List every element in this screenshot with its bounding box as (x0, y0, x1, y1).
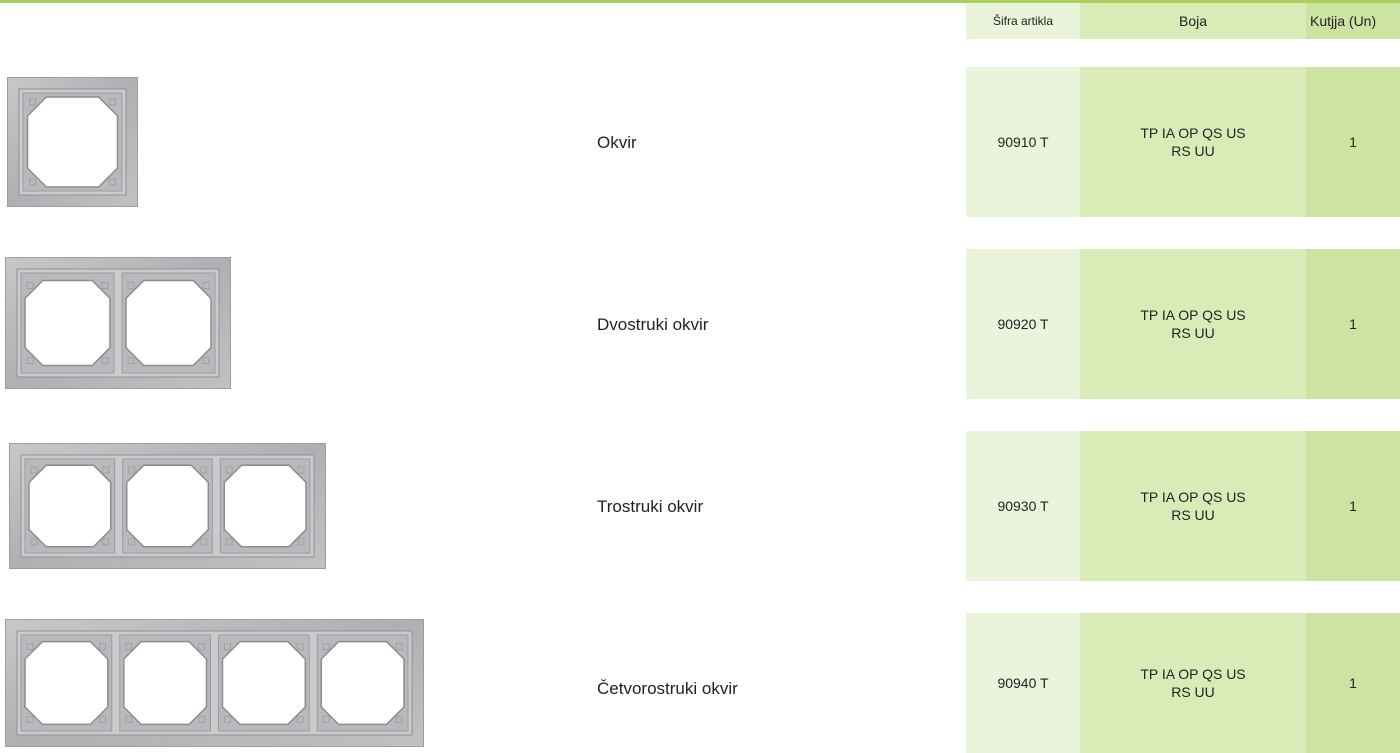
product-name: Trostruki okvir (597, 497, 704, 516)
product-color-line1: TP IA OP QS US (1140, 666, 1246, 682)
product-row: Četvorostruki okvir 90940 T TP IA OP QS … (0, 613, 1400, 753)
product-box-qty: 1 (1306, 67, 1400, 217)
triple-frame-image (9, 443, 326, 569)
product-color-line1: TP IA OP QS US (1140, 489, 1246, 505)
product-color: TP IA OP QS US RS UU (1080, 249, 1306, 399)
product-code: 90940 T (966, 613, 1080, 753)
product-name: Dvostruki okvir (597, 315, 709, 334)
product-name: Okvir (597, 133, 637, 152)
product-color: TP IA OP QS US RS UU (1080, 613, 1306, 753)
product-color: TP IA OP QS US RS UU (1080, 431, 1306, 581)
product-color-line2: RS UU (1171, 143, 1215, 159)
quadruple-frame-image (5, 619, 424, 747)
product-code: 90930 T (966, 431, 1080, 581)
double-frame-image (5, 257, 231, 389)
product-color-line1: TP IA OP QS US (1140, 307, 1246, 323)
product-row: Okvir 90910 T TP IA OP QS US RS UU 1 (0, 67, 1400, 217)
header-box: Kutjja (Un) (1306, 3, 1400, 39)
product-table-page: Šifra artikla Boja Kutjja (Un) Okvir 909… (0, 0, 1400, 753)
single-frame-image (7, 77, 138, 207)
product-code: 90920 T (966, 249, 1080, 399)
header-color: Boja (1080, 3, 1306, 39)
product-name: Četvorostruki okvir (597, 679, 738, 698)
product-color-line2: RS UU (1171, 684, 1215, 700)
product-code: 90910 T (966, 67, 1080, 217)
product-color-line1: TP IA OP QS US (1140, 125, 1246, 141)
product-box-qty: 1 (1306, 431, 1400, 581)
product-row: Trostruki okvir 90930 T TP IA OP QS US R… (0, 431, 1400, 581)
product-row: Dvostruki okvir 90920 T TP IA OP QS US R… (0, 249, 1400, 399)
header-code: Šifra artikla (966, 3, 1080, 39)
product-box-qty: 1 (1306, 249, 1400, 399)
product-color-line2: RS UU (1171, 325, 1215, 341)
product-box-qty: 1 (1306, 613, 1400, 753)
product-color-line2: RS UU (1171, 507, 1215, 523)
product-color: TP IA OP QS US RS UU (1080, 67, 1306, 217)
